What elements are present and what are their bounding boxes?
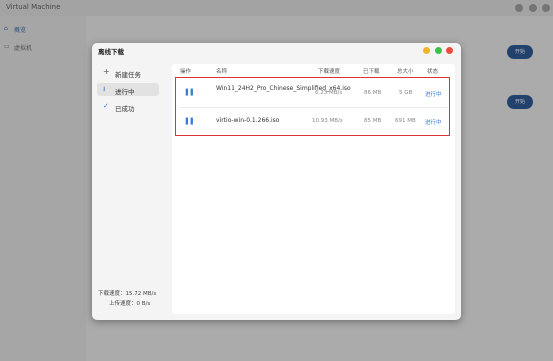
pause-icon[interactable]: ❚❚ xyxy=(184,88,195,96)
status-badge: 进行中 xyxy=(425,120,442,126)
status-badge: 进行中 xyxy=(425,92,442,98)
download-table: 操作 名称 下载速度 已下载 总大小 状态 ❚❚ Win11_24H2_Pro_… xyxy=(172,64,455,314)
downloaded-cell: 86 MB xyxy=(364,90,382,96)
column-header-status: 状态 xyxy=(427,69,439,75)
offline-download-dialog: 离线下载 + 新建任务 ⭳ 进行中 ✓ 已成功 下载速度：15.72 MB/s … xyxy=(92,43,461,320)
sidebar-item-label: 新建任务 xyxy=(115,71,141,79)
maximize-button[interactable] xyxy=(435,47,442,54)
column-header-action: 操作 xyxy=(180,69,192,75)
file-name: virtio-win-0.1.266.iso xyxy=(216,117,280,124)
sidebar-item-completed[interactable]: ✓ 已成功 xyxy=(97,100,159,113)
download-icon: ⭳ xyxy=(103,85,106,93)
pause-icon[interactable]: ❚❚ xyxy=(184,117,195,125)
close-button[interactable] xyxy=(446,47,453,54)
dialog-sidebar: + 新建任务 ⭳ 进行中 ✓ 已成功 下载速度：15.72 MB/s 上传速度：… xyxy=(92,57,168,320)
minimize-button[interactable] xyxy=(423,47,430,54)
total-size-cell: 5 GB xyxy=(399,90,413,96)
column-header-downloaded: 已下载 xyxy=(363,69,380,75)
sidebar-item-new-task[interactable]: + 新建任务 xyxy=(97,66,159,79)
downloaded-cell: 85 MB xyxy=(364,118,382,124)
download-speed-cell: 10.93 MB/s xyxy=(312,118,343,124)
plus-icon: + xyxy=(103,67,110,76)
sidebar-item-label: 已成功 xyxy=(115,105,135,113)
download-speed: 下载速度：15.72 MB/s xyxy=(98,291,157,297)
upload-speed: 上传速度：0 B/s xyxy=(109,301,151,307)
table-row[interactable]: ❚❚ virtio-win-0.1.266.iso 10.93 MB/s 85 … xyxy=(175,108,450,137)
check-icon: ✓ xyxy=(103,102,109,110)
sidebar-item-label: 进行中 xyxy=(115,88,135,96)
column-header-speed: 下载速度 xyxy=(318,69,341,75)
column-header-name: 名称 xyxy=(216,69,228,75)
column-header-total: 总大小 xyxy=(397,69,414,75)
file-name: Win11_24H2_Pro_Chinese_Simplified_x64.is… xyxy=(216,85,351,92)
dialog-title: 离线下载 xyxy=(98,48,124,56)
table-row[interactable]: ❚❚ Win11_24H2_Pro_Chinese_Simplified_x64… xyxy=(175,78,450,107)
sidebar-item-in-progress[interactable]: ⭳ 进行中 xyxy=(97,83,159,96)
dialog-header: 离线下载 xyxy=(92,43,461,57)
download-speed-cell: 6.23 MB/s xyxy=(315,90,343,96)
total-size-cell: 691 MB xyxy=(395,118,416,124)
